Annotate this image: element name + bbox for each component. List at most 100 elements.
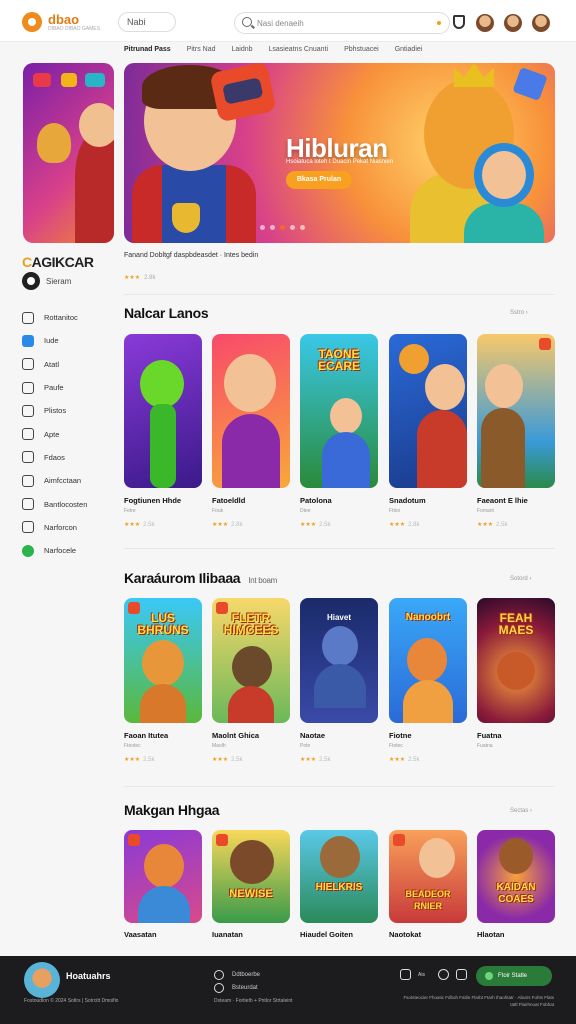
avatar[interactable]	[504, 14, 522, 32]
sidebar-item[interactable]: Narforcon	[22, 516, 112, 539]
carousel-dot[interactable]	[300, 225, 305, 230]
game-card[interactable]: Hiavet Naotae Pote ★★★ 2.5k	[300, 598, 378, 763]
game-title[interactable]: Fuatna	[477, 731, 502, 740]
game-thumbnail[interactable]: TAONE ECARE	[300, 334, 378, 488]
sidebar-item[interactable]: Iude	[22, 329, 112, 352]
game-thumbnail[interactable]	[212, 334, 290, 488]
avatar[interactable]	[532, 14, 550, 32]
game-thumbnail[interactable]	[477, 334, 555, 488]
tab-item[interactable]: Lsasieatns Cnuanti	[269, 46, 329, 53]
rating-count: 2.5k	[143, 757, 155, 763]
game-title[interactable]: Snadotum	[389, 496, 426, 505]
sidebar-item[interactable]: Aimfcctaan	[22, 469, 112, 492]
game-logo-text: BEADEOR RNIER	[405, 889, 451, 911]
avatar[interactable]	[476, 14, 494, 32]
game-card[interactable]: Vaasatan	[124, 830, 202, 939]
game-title[interactable]: Iuanatan	[212, 930, 243, 939]
game-card[interactable]: Fogtiunen Hhde Fetre ★★★ 2.5k	[124, 334, 202, 528]
see-all-link[interactable]: Sotord ›	[510, 576, 531, 582]
tab-item[interactable]: Pitrs Nad	[187, 46, 216, 53]
tab-item[interactable]: Laidnb	[231, 46, 252, 53]
game-card[interactable]: FLETR HIMCEES Maolnt Ghica Maolh ★★★ 2.5k	[212, 598, 290, 763]
side-promo-card[interactable]	[23, 63, 114, 243]
game-card[interactable]: Faeaont E lhie Fomant ★★★ 2.5k	[477, 334, 555, 528]
game-thumbnail[interactable]: BEADEOR RNIER	[389, 830, 467, 923]
game-thumbnail[interactable]: LUS BHRUNS	[124, 598, 202, 723]
search-bar[interactable]: Nasi denaeih	[234, 12, 450, 34]
game-thumbnail[interactable]	[124, 334, 202, 488]
game-title[interactable]: Fiotne	[389, 731, 412, 740]
sidebar-item[interactable]: Plistos	[22, 399, 112, 422]
game-thumbnail[interactable]: FEAH MAES	[477, 598, 555, 723]
game-title[interactable]: Faoan Itutea	[124, 731, 168, 740]
controller-icon[interactable]	[456, 969, 467, 980]
tab-item[interactable]: Pbhstuacei	[344, 46, 379, 53]
section-title: Nalcar Lanos	[124, 305, 209, 321]
game-thumbnail[interactable]: Nanoobrt	[389, 598, 467, 723]
footer-avatar[interactable]	[24, 962, 60, 998]
game-title[interactable]: Naotokat	[389, 930, 421, 939]
game-thumbnail[interactable]	[389, 334, 467, 488]
tab-item[interactable]: Gntiadiei	[395, 46, 423, 53]
game-title[interactable]: Naotae	[300, 731, 325, 740]
game-subtitle: Fouk	[212, 508, 224, 514]
hero-banner[interactable]: Hibluran Hsoiatuca loteh t Duacin Pekat …	[124, 63, 555, 243]
sidebar-item[interactable]: Narfocele	[22, 539, 112, 562]
game-card[interactable]: LUS BHRUNS Faoan Itutea Fteotec ★★★ 2.5k	[124, 598, 202, 763]
sidebar-item[interactable]: Fdaos	[22, 446, 112, 469]
game-title[interactable]: Hiaudel Goiten	[300, 930, 353, 939]
sidebar-item[interactable]: Bantlocosten	[22, 492, 112, 515]
see-all-link[interactable]: Sectas ›	[510, 808, 532, 814]
nav-pill-button[interactable]: Nabi	[118, 12, 176, 32]
game-title[interactable]: Faeaont E lhie	[477, 496, 528, 505]
logo-icon[interactable]	[22, 12, 42, 32]
game-thumbnail[interactable]	[124, 830, 202, 923]
game-thumbnail[interactable]: Hiavet	[300, 598, 378, 723]
game-card[interactable]: FEAH MAES Fuatna Fuatna	[477, 598, 555, 749]
game-rating: ★★★ 2.8k	[212, 521, 242, 528]
game-title[interactable]: Fatoeldld	[212, 496, 245, 505]
game-card[interactable]: Nanoobrt Fiotne Ftotec ★★★ 2.5k	[389, 598, 467, 763]
game-title[interactable]: Fogtiunen Hhde	[124, 496, 181, 505]
search-input[interactable]: Nasi denaeih	[257, 19, 304, 28]
game-card[interactable]: KAIDAN COAES Hlaotan	[477, 830, 555, 939]
game-thumbnail[interactable]: KAIDAN COAES	[477, 830, 555, 923]
game-card[interactable]: Snadotum Fttioi ★★★ 2.8k	[389, 334, 467, 528]
tab-item[interactable]: Pitrunad Pass	[124, 46, 171, 53]
footer-link[interactable]: Ddtboerbe	[214, 968, 260, 981]
game-thumbnail[interactable]: FLETR HIMCEES	[212, 598, 290, 723]
sidebar-item[interactable]: Rottanitoc	[22, 306, 112, 329]
see-all-link[interactable]: Sstro ›	[510, 310, 528, 316]
game-card[interactable]: Fatoeldld Fouk ★★★ 2.8k	[212, 334, 290, 528]
game-card[interactable]: NEWISE Iuanatan	[212, 830, 290, 939]
game-card[interactable]: BEADEOR RNIER Naotokat	[389, 830, 467, 939]
game-title[interactable]: Vaasatan	[124, 930, 157, 939]
carousel-dot[interactable]	[290, 225, 295, 230]
sidebar-user[interactable]: Sieram	[22, 272, 102, 290]
carousel-dot[interactable]	[260, 225, 265, 230]
cube-icon	[512, 66, 548, 102]
carousel-dot-active[interactable]	[280, 225, 285, 230]
brand-name[interactable]: dbao	[48, 12, 79, 27]
hero-play-button[interactable]: Bkasa Prulan	[286, 171, 352, 189]
shield-icon[interactable]	[453, 15, 465, 29]
game-title[interactable]: Maolnt Ghica	[212, 731, 259, 740]
carousel-dots[interactable]	[260, 225, 305, 230]
refresh-icon[interactable]	[438, 969, 449, 980]
game-card[interactable]: HIELKRIS Hiaudel Goiten	[300, 830, 378, 939]
share-icon[interactable]	[400, 969, 411, 980]
star-rating: ★★★	[300, 757, 317, 763]
sidebar-item[interactable]: Paufe	[22, 376, 112, 399]
game-card[interactable]: TAONE ECARE Patolona Dtee ★★★ 2.5k	[300, 334, 378, 528]
game-thumbnail[interactable]: HIELKRIS	[300, 830, 378, 923]
footer-link[interactable]: Bsteurdat	[214, 981, 260, 994]
boy-character-body	[417, 410, 467, 488]
game-title[interactable]: Patolona	[300, 496, 332, 505]
game-thumbnail[interactable]: NEWISE	[212, 830, 290, 923]
footer-action-button[interactable]: Ftoir Statle	[476, 966, 552, 986]
sidebar-item[interactable]: Atatl	[22, 353, 112, 376]
game-title[interactable]: Hlaotan	[477, 930, 505, 939]
sidebar-item[interactable]: Apte	[22, 422, 112, 445]
top-bar: dbao DIBAO DIBAO GAMES Nabi Nasi denaeih	[0, 0, 576, 42]
carousel-dot[interactable]	[270, 225, 275, 230]
